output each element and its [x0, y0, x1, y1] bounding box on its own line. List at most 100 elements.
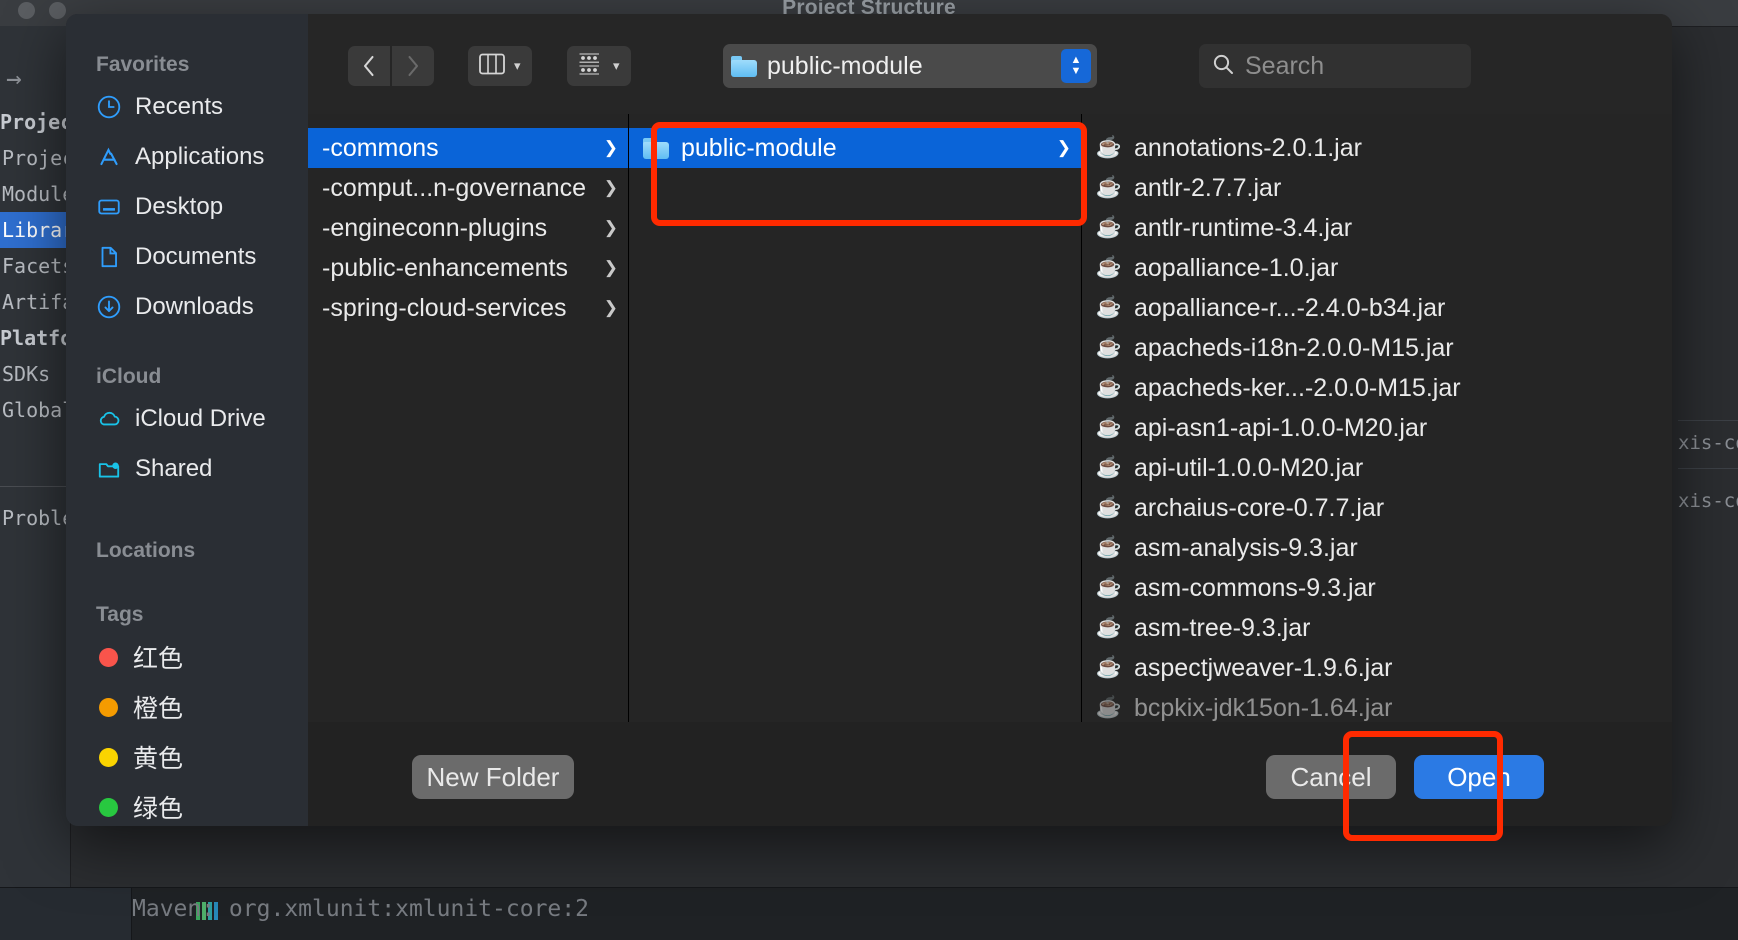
nav-header-platform-settings: Platform Settings	[0, 320, 70, 356]
list-item[interactable]: ☕ aopalliance-1.0.jar	[1082, 248, 1672, 288]
item-name: aopalliance-1.0.jar	[1134, 254, 1338, 283]
open-button[interactable]: Open	[1414, 755, 1544, 799]
new-folder-button[interactable]: New Folder	[412, 755, 574, 799]
column-1[interactable]: -commons ❯ -comput...n-governance ❯ -eng…	[308, 114, 629, 722]
sidebar-group-favorites: Favorites	[66, 48, 308, 82]
sidebar-item-desktop[interactable]: Desktop	[66, 182, 308, 232]
jar-icon: ☕	[1096, 136, 1122, 160]
sidebar-tag-label: 黄色	[133, 739, 183, 775]
list-item[interactable]: ☕ asm-tree-9.3.jar	[1082, 608, 1672, 648]
search-field[interactable]: Search	[1199, 44, 1471, 88]
nav-item-global-libraries[interactable]: Global Libraries	[0, 392, 70, 428]
item-name: -comput...n-governance	[322, 174, 586, 203]
group-by-button[interactable]: ▾	[567, 46, 631, 86]
sidebar-item-applications[interactable]: Applications	[66, 132, 308, 182]
list-item[interactable]: ☕ aopalliance-r...-2.4.0-b34.jar	[1082, 288, 1672, 328]
magnifier-icon	[1211, 52, 1235, 81]
navigation-buttons[interactable]	[348, 46, 434, 86]
sidebar-item-label: Shared	[135, 455, 212, 483]
forward-button[interactable]	[392, 46, 434, 86]
list-item[interactable]: ☕ api-util-1.0.0-M20.jar	[1082, 448, 1672, 488]
sidebar-item-documents[interactable]: Documents	[66, 232, 308, 282]
item-name: aopalliance-r...-2.4.0-b34.jar	[1134, 294, 1445, 323]
jar-icon: ☕	[1096, 336, 1122, 360]
list-item[interactable]: ☕ antlr-runtime-3.4.jar	[1082, 208, 1672, 248]
list-item[interactable]: -commons ❯	[308, 128, 628, 168]
sidebar-tag-red[interactable]: 红色	[66, 632, 308, 682]
finder-sidebar: Favorites Recents Applications Desktop	[66, 14, 308, 826]
sidebar-item-shared[interactable]: Shared	[66, 444, 308, 494]
nav-divider	[0, 486, 70, 487]
column-browser: -commons ❯ -comput...n-governance ❯ -eng…	[308, 114, 1672, 722]
sidebar-tag-yellow[interactable]: 黄色	[66, 732, 308, 782]
list-item[interactable]: ☕ archaius-core-0.7.7.jar	[1082, 488, 1672, 528]
sidebar-item-label: iCloud Drive	[135, 405, 266, 433]
sidebar-tag-green[interactable]: 绿色	[66, 782, 308, 826]
sidebar-item-downloads[interactable]: Downloads	[66, 282, 308, 332]
chevron-right-icon: ❯	[1057, 138, 1071, 158]
item-name: -public-enhancements	[322, 254, 568, 283]
nav-item-sdks[interactable]: SDKs	[0, 356, 70, 392]
open-file-dialog: Favorites Recents Applications Desktop	[66, 14, 1672, 826]
project-structure-nav: Project Settings Project Modules Librari…	[0, 104, 70, 428]
sidebar-tag-label: 橙色	[133, 689, 183, 725]
list-item[interactable]: ☕ asm-commons-9.3.jar	[1082, 568, 1672, 608]
list-item[interactable]: ☕ annotations-2.0.1.jar	[1082, 128, 1672, 168]
nav-item-artifacts[interactable]: Artifacts	[0, 284, 70, 320]
jar-icon: ☕	[1096, 256, 1122, 280]
right-library-entry-1: xis-core	[1678, 432, 1738, 454]
path-popup-label: public-module	[767, 52, 923, 81]
item-name: antlr-2.7.7.jar	[1134, 174, 1281, 203]
cancel-button[interactable]: Cancel	[1266, 755, 1396, 799]
path-popup-button[interactable]: public-module ▲▼	[723, 44, 1097, 88]
list-item[interactable]: -comput...n-governance ❯	[308, 168, 628, 208]
app-store-icon	[96, 144, 122, 170]
stepper-icon[interactable]: ▲▼	[1061, 49, 1091, 83]
list-item[interactable]: ☕ bcpkix-jdk15on-1.64.jar	[1082, 688, 1672, 722]
list-item[interactable]: -public-enhancements ❯	[308, 248, 628, 288]
jar-icon: ☕	[1096, 496, 1122, 520]
sidebar-item-icloud-drive[interactable]: iCloud Drive	[66, 394, 308, 444]
list-item[interactable]: -engineconn-plugins ❯	[308, 208, 628, 248]
nav-item-modules[interactable]: Modules	[0, 176, 70, 212]
list-item[interactable]: ☕ apacheds-i18n-2.0.0-M15.jar	[1082, 328, 1672, 368]
list-item[interactable]: ☕ antlr-2.7.7.jar	[1082, 168, 1672, 208]
item-name: asm-commons-9.3.jar	[1134, 574, 1376, 603]
item-name: archaius-core-0.7.7.jar	[1134, 494, 1384, 523]
list-item[interactable]: public-module ❯	[629, 128, 1081, 168]
list-item[interactable]: -spring-cloud-services ❯	[308, 288, 628, 328]
chevron-right-icon: ❯	[604, 178, 618, 198]
chevron-right-icon: ❯	[604, 298, 618, 318]
folder-icon	[643, 138, 669, 159]
column-3[interactable]: ☕ annotations-2.0.1.jar ☕ antlr-2.7.7.ja…	[1082, 114, 1672, 722]
jar-icon: ☕	[1096, 216, 1122, 240]
right-divider-1	[1678, 420, 1738, 421]
jar-icon: ☕	[1096, 696, 1122, 720]
nav-item-project[interactable]: Project	[0, 140, 70, 176]
sidebar-item-label: Documents	[135, 243, 256, 271]
item-name: -commons	[322, 134, 439, 163]
column-2[interactable]: public-module ❯	[629, 114, 1082, 722]
view-mode-button[interactable]: ▾	[468, 46, 532, 86]
nav-item-facets[interactable]: Facets	[0, 248, 70, 284]
item-name: -spring-cloud-services	[322, 294, 567, 323]
sidebar-tag-orange[interactable]: 橙色	[66, 682, 308, 732]
list-item[interactable]: ☕ api-asn1-api-1.0.0-M20.jar	[1082, 408, 1672, 448]
list-item[interactable]: ☕ apacheds-ker...-2.0.0-M15.jar	[1082, 368, 1672, 408]
sidebar-item-recents[interactable]: Recents	[66, 82, 308, 132]
sidebar-tag-label: 红色	[133, 639, 183, 675]
jar-icon: ☕	[1096, 536, 1122, 560]
column-view-icon	[479, 53, 505, 80]
project-structure-sidebar: → Project Settings Project Modules Libra…	[0, 26, 71, 940]
back-arrow-icon[interactable]: →	[6, 64, 22, 94]
back-button[interactable]	[348, 46, 390, 86]
chevron-right-icon: ❯	[604, 258, 618, 278]
status-bar-text: Maven: org.xmlunit:xmlunit-core:2	[132, 896, 589, 922]
list-item[interactable]: ☕ aspectjweaver-1.9.6.jar	[1082, 648, 1672, 688]
chevron-down-icon: ▾	[514, 58, 521, 74]
jar-icon: ☕	[1096, 416, 1122, 440]
item-name: asm-analysis-9.3.jar	[1134, 534, 1358, 563]
tag-color-dot	[99, 798, 118, 817]
list-item[interactable]: ☕ asm-analysis-9.3.jar	[1082, 528, 1672, 568]
nav-item-libraries[interactable]: Libraries	[0, 212, 70, 248]
